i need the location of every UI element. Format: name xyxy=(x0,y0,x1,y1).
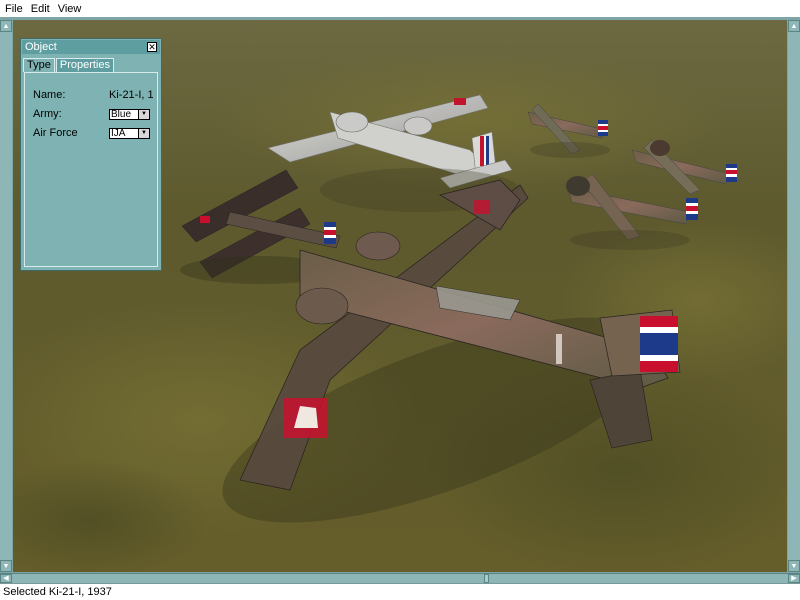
menu-edit[interactable]: Edit xyxy=(27,3,54,15)
tab-properties[interactable]: Properties xyxy=(55,58,114,72)
panel-titlebar[interactable]: Object ✕ xyxy=(22,40,160,54)
status-text: Selected Ki-21-I, 1937 xyxy=(3,586,112,598)
status-bar: Selected Ki-21-I, 1937 xyxy=(0,583,800,600)
arrow-left-icon[interactable]: ◀ xyxy=(0,574,12,583)
panel-title: Object xyxy=(25,41,57,53)
arrow-up-icon[interactable]: ▲ xyxy=(0,20,12,32)
chevron-down-icon[interactable]: ▼ xyxy=(138,110,149,119)
close-icon[interactable]: ✕ xyxy=(147,42,157,52)
menu-view[interactable]: View xyxy=(54,3,86,15)
airforce-select-value: IJA xyxy=(111,128,126,139)
arrow-down-icon[interactable]: ▼ xyxy=(0,560,12,572)
object-panel: Object ✕ Type Properties Name: Ki-21-I, … xyxy=(20,38,162,271)
tab-type[interactable]: Type xyxy=(23,58,55,72)
menu-bar: File Edit View xyxy=(0,0,800,17)
arrow-down-icon[interactable]: ▼ xyxy=(788,560,800,572)
vertical-scrollbar-left[interactable]: ▲ ▼ xyxy=(0,20,12,572)
chevron-down-icon[interactable]: ▼ xyxy=(138,129,149,138)
properties-tab-body: Name: Ki-21-I, 1937 Army: Blue ▼ Air For… xyxy=(24,72,158,267)
scrollbar-thumb[interactable] xyxy=(484,574,489,583)
airforce-label: Air Force xyxy=(33,127,78,139)
arrow-right-icon[interactable]: ▶ xyxy=(788,574,800,583)
arrow-up-icon[interactable]: ▲ xyxy=(788,20,800,32)
army-select[interactable]: Blue ▼ xyxy=(109,109,150,120)
name-value: Ki-21-I, 1937 xyxy=(109,89,153,101)
name-label: Name: xyxy=(33,89,66,101)
vertical-scrollbar-right[interactable]: ▲ ▼ xyxy=(788,20,800,572)
army-label: Army: xyxy=(33,108,62,120)
airforce-select[interactable]: IJA ▼ xyxy=(109,128,150,139)
horizontal-scrollbar[interactable]: ◀ ▶ xyxy=(0,573,800,583)
panel-tabs: Type Properties xyxy=(23,58,115,72)
army-select-value: Blue xyxy=(111,109,132,120)
menu-file[interactable]: File xyxy=(0,3,27,15)
